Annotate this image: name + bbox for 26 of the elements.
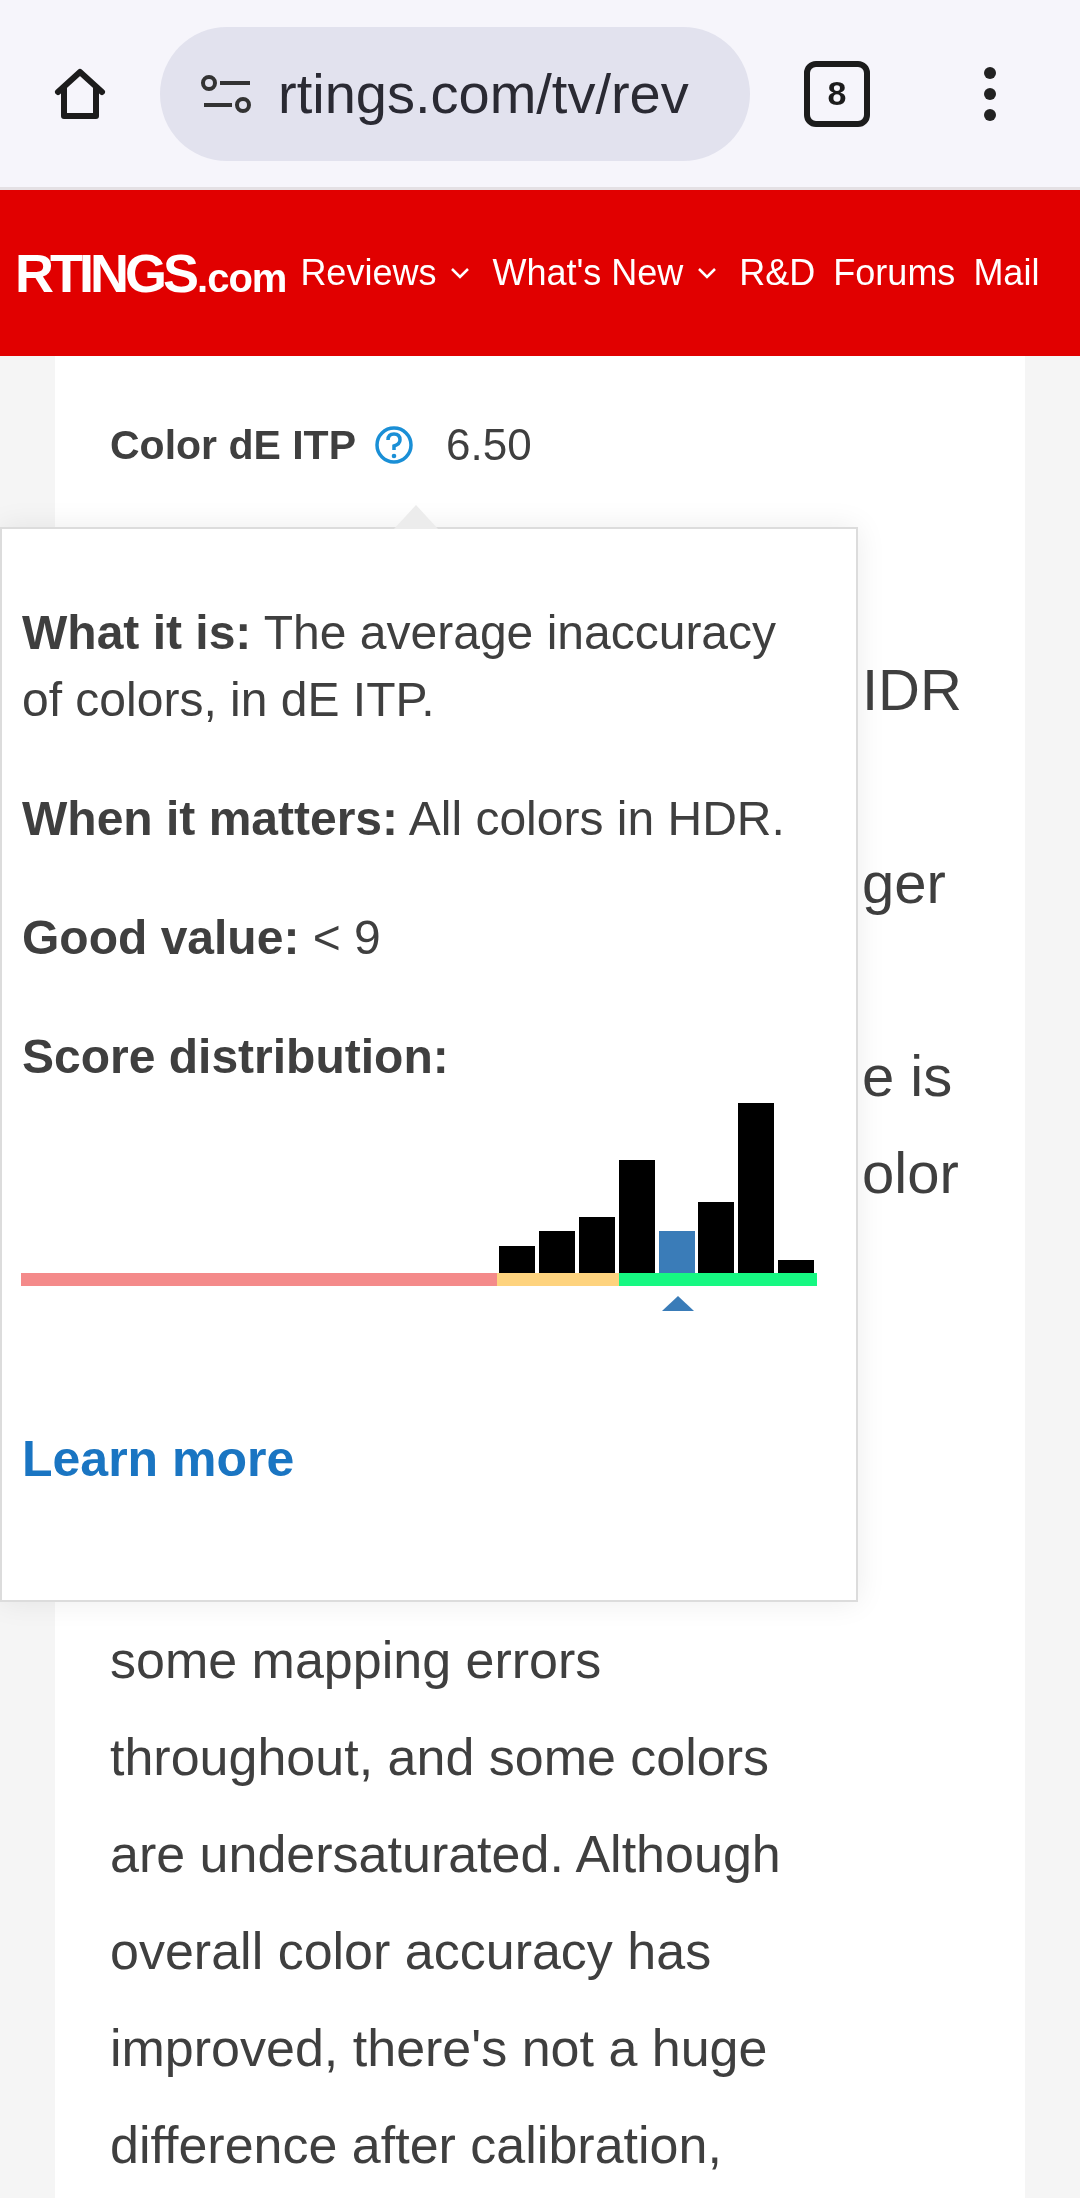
- learn-more-link[interactable]: Learn more: [22, 1430, 295, 1488]
- tooltip-heading: Score distribution:: [22, 1029, 450, 1085]
- tab-count-button[interactable]: 8: [804, 60, 870, 127]
- nav-link[interactable]: R&D: [739, 252, 816, 294]
- metric-value: 6.50: [446, 420, 532, 470]
- chevron-down-icon[interactable]: [450, 267, 471, 279]
- tooltip-text: Good value: < 9: [22, 910, 382, 966]
- site-logo[interactable]: RTINGS.com: [15, 242, 287, 304]
- tooltip-arrow: [394, 505, 438, 529]
- help-icon[interactable]: [374, 425, 414, 465]
- site-settings-icon[interactable]: [200, 73, 254, 114]
- tooltip-text: When it matters: All colors in HDR.: [22, 791, 786, 847]
- nav-link[interactable]: Reviews: [300, 252, 437, 294]
- nav-link[interactable]: What's New: [492, 252, 684, 294]
- nav-link[interactable]: Forums: [833, 252, 956, 294]
- text-fragment: IDR: [862, 657, 962, 722]
- text-fragment: e is: [862, 1043, 953, 1108]
- review-paragraph: some mapping errors throughout, and some colors are undersaturated. Although overall color accuracy has improved, there's not a huge difference after calibration,: [110, 1630, 782, 2176]
- address-bar[interactable]: rtings.com/tv/rev: [160, 26, 750, 161]
- nav-link[interactable]: Mail: [973, 252, 1040, 294]
- url-text: rtings.com/tv/rev: [278, 61, 689, 126]
- tooltip-text: What it is: The average inaccuracy of colors, in dE ITP.: [22, 605, 778, 728]
- text-fragment: ger: [862, 850, 946, 915]
- metric-name: Color dE ITP: [110, 421, 356, 469]
- text-fragment: olor: [862, 1139, 959, 1205]
- chevron-down-icon[interactable]: [697, 267, 718, 279]
